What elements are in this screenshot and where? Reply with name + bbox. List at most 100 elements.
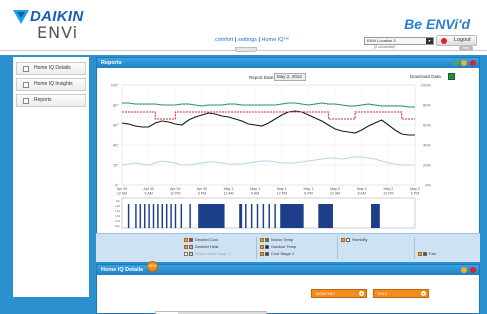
legend-divider [414, 237, 415, 259]
cool-stage-bar [189, 204, 191, 228]
chevron-down-icon: ▾ [421, 291, 426, 296]
cool-stage-bar [268, 204, 270, 228]
nav-home-iq-link[interactable]: Home IQ™ [262, 37, 290, 43]
x-tick-label: 12 AM [117, 192, 127, 196]
info-icon[interactable] [461, 267, 468, 273]
y2-tick-label: 80% [423, 103, 431, 108]
cool-stage-bar [283, 204, 304, 228]
cool-stage-bar [371, 204, 380, 228]
activity-label: Ht1 [115, 209, 120, 213]
activity-label: Cl2 [115, 214, 120, 218]
new-badge: NEW [147, 261, 158, 272]
document-icon [23, 66, 29, 72]
sidebar-item-label: Home IQ Details [34, 65, 71, 71]
legend-checkbox[interactable] [260, 251, 264, 256]
legend-checkbox[interactable] [184, 237, 188, 242]
sidebar-item-home-iq-details[interactable]: Home IQ Details [16, 62, 86, 75]
legend-divider [337, 237, 338, 259]
logout-button[interactable]: Logout [436, 35, 477, 46]
cool-stage-bar [174, 204, 177, 228]
header-collapse-toggle[interactable] [235, 47, 257, 52]
cool-stage-bar [170, 204, 172, 228]
cool-stage-bar [157, 204, 159, 228]
legend-swatch [265, 244, 269, 249]
cool-stage-bar [256, 204, 259, 228]
legend-checkbox[interactable] [341, 237, 345, 242]
x-tick-label: Apr 30 [117, 187, 128, 191]
chart-legend: Desired Cool Desired Heat Indoor Heat Stag… [96, 233, 480, 262]
legend-checkbox[interactable] [184, 251, 188, 256]
legend-label: Outdoor Temp [271, 244, 297, 249]
y2-tick-label: 0% [425, 183, 431, 188]
legend-item-indoor-heat-stage-1[interactable]: Indoor Heat Stage 1 [184, 251, 231, 256]
legend-item-humidity[interactable]: Humidity [341, 237, 368, 242]
legend-label: Desired Heat [195, 244, 219, 249]
spreadsheet-icon[interactable] [448, 73, 455, 80]
close-icon[interactable] [470, 60, 476, 66]
reports-panel-title: Reports [101, 60, 122, 66]
legend-item-cool-stage-1[interactable]: Cool Stage 1 [260, 251, 294, 256]
x-tick-label: 12 AM [223, 192, 233, 196]
cool-stage-bar [262, 204, 265, 228]
year-dropdown[interactable]: 2013 ▾ [373, 289, 429, 298]
legend-label: Fan [429, 251, 436, 256]
cool-stage-bar [198, 204, 225, 228]
x-tick-label: 6 AM [145, 192, 153, 196]
x-tick-label: May 1 [277, 187, 287, 191]
legend-item-outdoor-temp[interactable]: Outdoor Temp [260, 244, 296, 249]
x-tick-label: May 2 [410, 187, 420, 191]
legend-label: Indoor Heat Stage 1 [195, 251, 231, 256]
cool-stage-bar [143, 204, 146, 228]
legend-checkbox[interactable] [184, 244, 188, 249]
temperature-chart: 100° 100%80° 80%60° 60%40° 40%20° 20%0° 0%Apr … [111, 83, 432, 229]
legend-checkbox[interactable] [260, 237, 264, 242]
be-envid-logo: Be ENVi'd [404, 16, 470, 32]
close-icon[interactable] [470, 267, 476, 273]
nav-settings-link[interactable]: settings [238, 37, 257, 43]
x-tick-label: 6 AM [358, 192, 366, 196]
location-select-value: ENVi Location 3 [367, 38, 396, 43]
legend-checkbox[interactable] [418, 251, 422, 256]
cool-stage-bar [250, 204, 253, 228]
legend-item-desired-heat[interactable]: Desired Heat [184, 244, 218, 249]
info-icon[interactable] [461, 60, 468, 66]
reports-panel: Reports Report Date: May 2, 2013 Downloa… [96, 57, 480, 262]
x-tick-label: May 2 [330, 187, 340, 191]
x-tick-label: May 1 [304, 187, 314, 191]
legend-item-indoor-temp[interactable]: Indoor Temp [260, 237, 293, 242]
sidebar-item-reports[interactable]: Reports [16, 94, 86, 107]
x-tick-label: 12 PM [383, 192, 393, 196]
legend-checkbox[interactable] [260, 244, 264, 249]
period-dropdown[interactable]: MONTHLY ▾ [311, 289, 367, 298]
legend-item-fan[interactable]: Fan [418, 251, 436, 256]
activity-label: Ht2 [115, 204, 120, 208]
y2-tick-label: 100% [421, 83, 432, 88]
legend-swatch [189, 251, 193, 256]
legend-label: Indoor Temp [271, 237, 294, 242]
help-button[interactable]: help [459, 46, 473, 51]
x-tick-label: 12 PM [277, 192, 287, 196]
sidebar: Home IQ Details Home IQ Insights Reports [13, 57, 89, 297]
x-tick-label: 6 PM [198, 192, 206, 196]
cool-stage-bar [245, 204, 247, 228]
legend-swatch [346, 237, 350, 242]
location-select[interactable]: ENVi Location 3 ▾ [364, 37, 434, 45]
x-tick-label: May 2 [383, 187, 393, 191]
cool-stage-bar [127, 204, 130, 228]
top-navigation: comfort | settings | Home IQ™ [215, 37, 289, 43]
x-tick-label: May 2 [357, 187, 367, 191]
activity-label: Fan [115, 224, 121, 228]
location-sub-label: (2 connected) [374, 45, 396, 49]
y2-tick-label: 40% [423, 143, 431, 148]
cool-stage-bar [139, 204, 142, 228]
print-icon[interactable] [452, 60, 459, 66]
plot-area [121, 84, 416, 186]
sidebar-item-home-iq-insights[interactable]: Home IQ Insights [16, 78, 86, 91]
y-tick-label: 60° [113, 123, 119, 128]
download-data-label[interactable]: Download Data [410, 74, 441, 79]
legend-swatch [189, 237, 193, 242]
legend-divider [256, 237, 257, 259]
nav-comfort-link[interactable]: comfort [215, 37, 233, 43]
envi-logo: ENVi [37, 23, 79, 42]
legend-item-desired-cool[interactable]: Desired Cool [184, 237, 218, 242]
